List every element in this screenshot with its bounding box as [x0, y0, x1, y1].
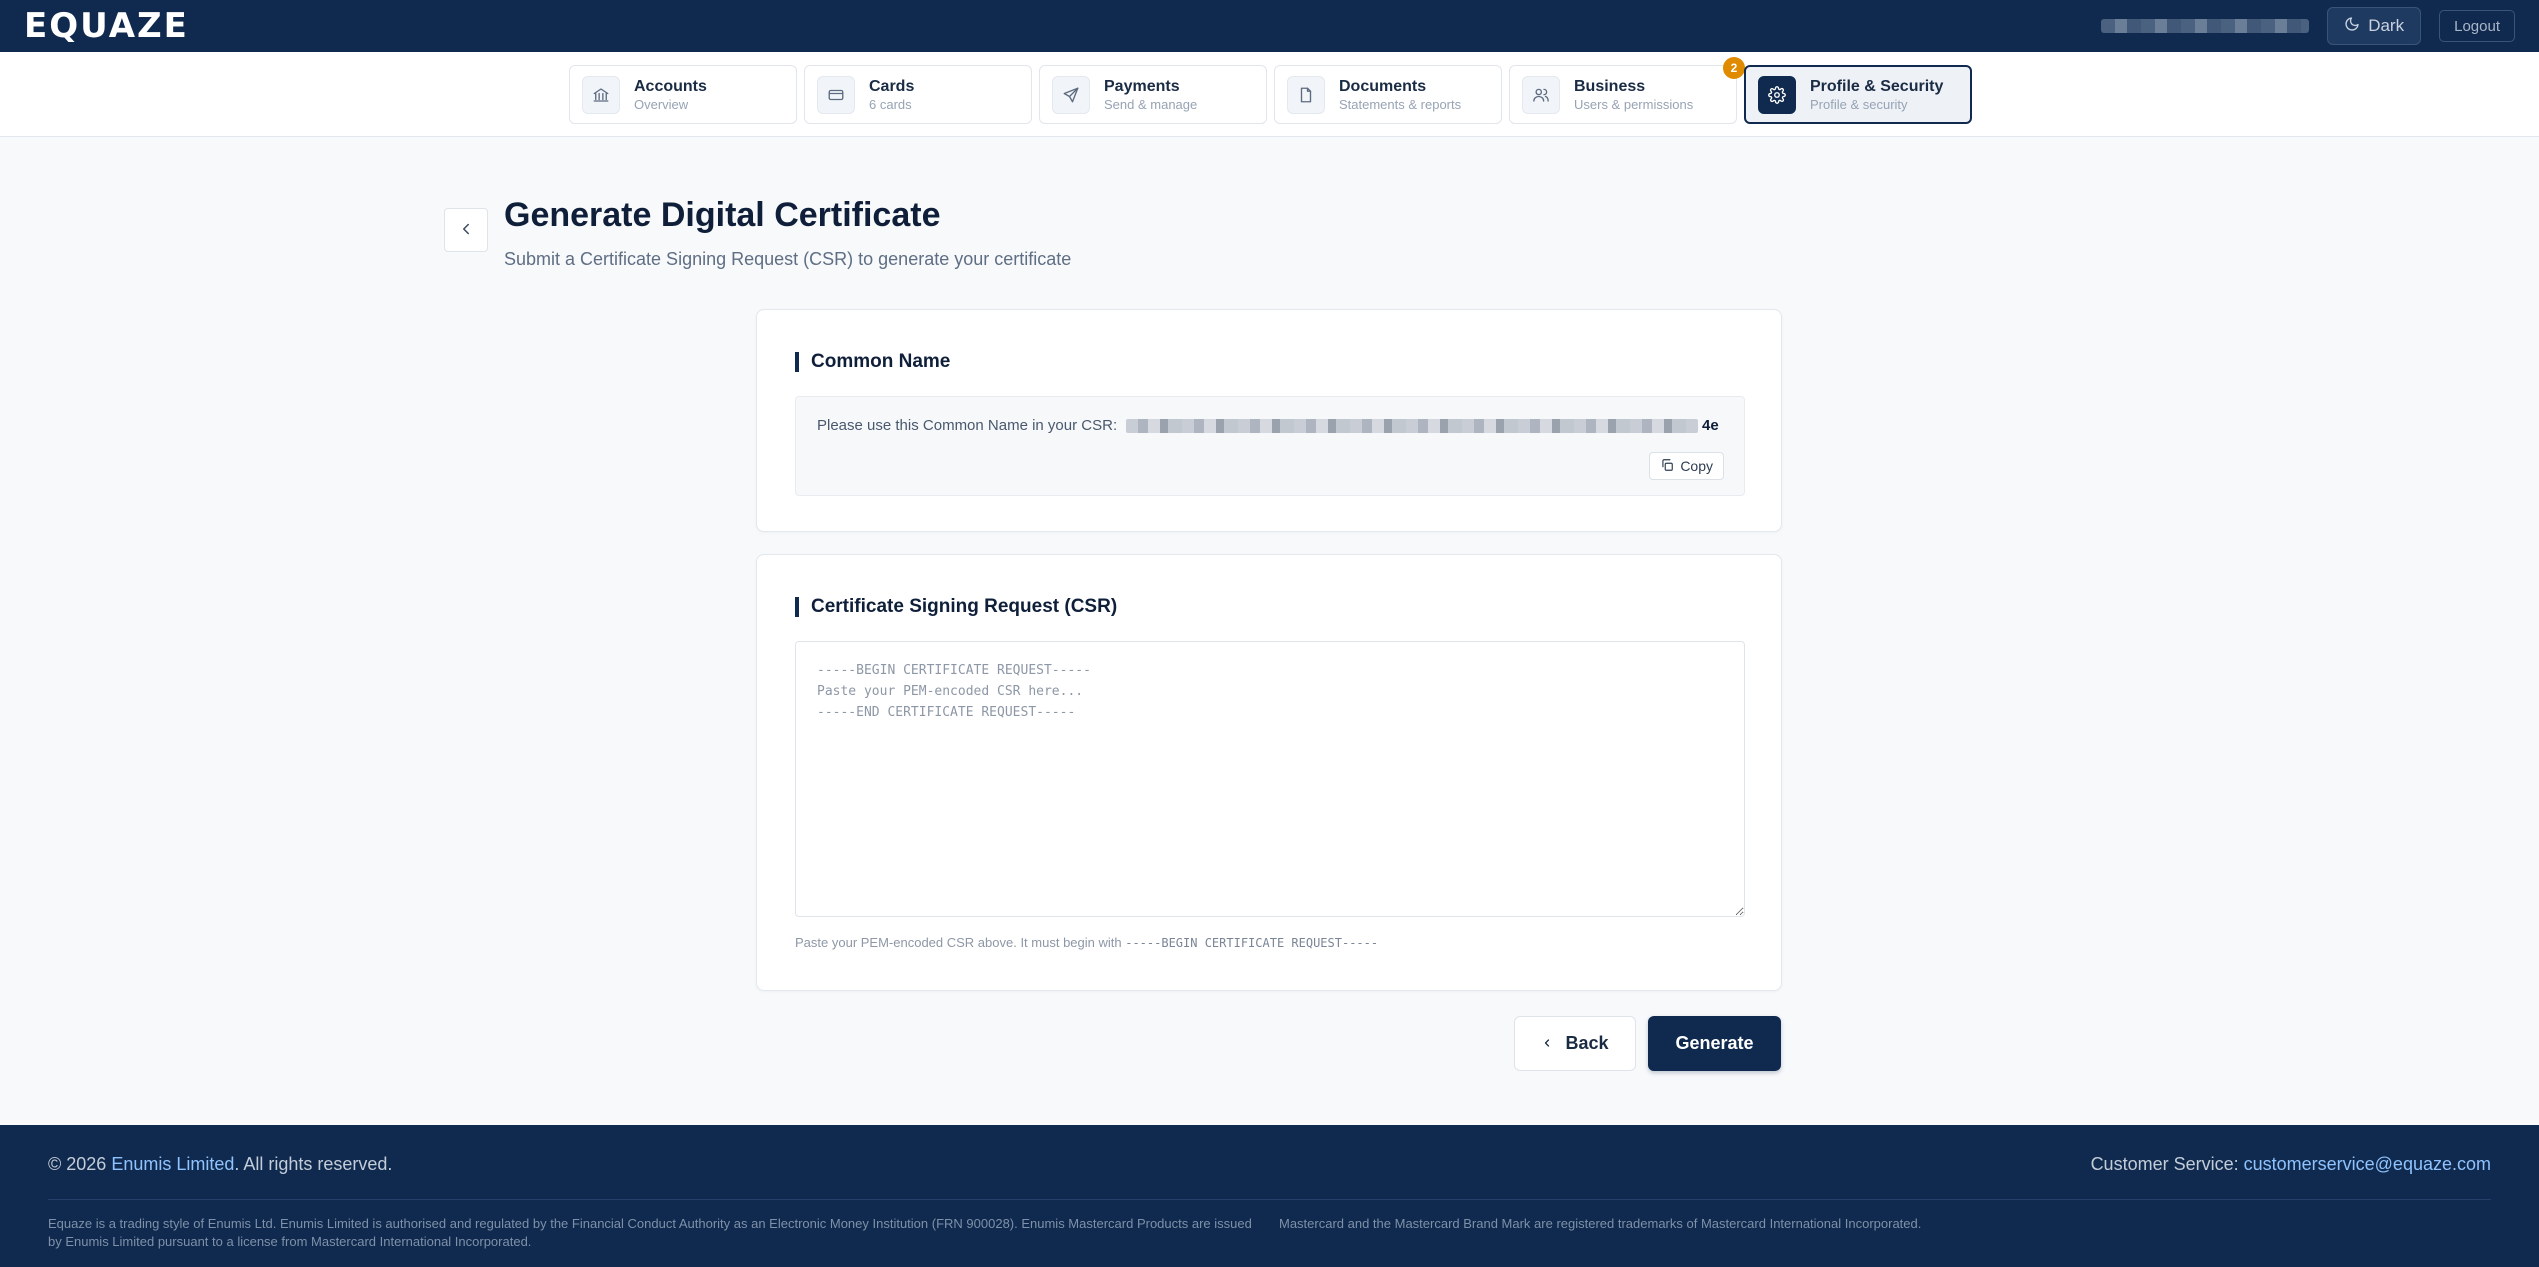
back-button[interactable]: Back: [1514, 1016, 1636, 1071]
send-icon: [1052, 75, 1090, 114]
company-link[interactable]: Enumis Limited: [111, 1154, 234, 1174]
nav-tab-profile-security[interactable]: Profile & Security Profile & security: [1744, 65, 1972, 124]
back-button-label: Back: [1565, 1033, 1609, 1053]
nav-tab-sublabel: Users & permissions: [1574, 96, 1694, 112]
nav-tab-label: Profile & Security: [1810, 77, 1944, 95]
common-name-value[interactable]: 4e: [1126, 417, 1719, 434]
nav-tab-payments[interactable]: Payments Send & manage: [1039, 65, 1267, 124]
csr-title: Certificate Signing Request (CSR): [795, 597, 1117, 617]
bank-icon: [582, 75, 620, 114]
common-name-label: Please use this Common Name in your CSR:: [817, 417, 1118, 434]
footer-legal-text: Equaze is a trading style of Enumis Ltd.…: [48, 1216, 1252, 1249]
nav-tab-documents[interactable]: Documents Statements & reports: [1274, 65, 1502, 124]
csr-help-prefix: Paste your PEM-encoded CSR above. It mus…: [795, 935, 1122, 950]
footer-divider: [48, 1199, 2491, 1200]
top-bar: EQUAZE Dark Logout: [0, 0, 2539, 52]
nav-tab-label: Cards: [869, 77, 915, 95]
nav-tab-accounts[interactable]: Accounts Overview: [569, 65, 797, 124]
nav-tab-cards[interactable]: Cards 6 cards: [804, 65, 1032, 124]
footer-customer-service: Customer Service: customerservice@equaze…: [2091, 1154, 2491, 1175]
footer: © 2026 Enumis Limited. All rights reserv…: [0, 1125, 2539, 1267]
copyright-suffix: . All rights reserved.: [234, 1154, 393, 1174]
footer-trademark-text: Mastercard and the Mastercard Brand Mark…: [1279, 1216, 1922, 1231]
csr-help-code: -----BEGIN CERTIFICATE REQUEST-----: [1125, 936, 1379, 950]
copyright-prefix: © 2026: [48, 1154, 107, 1174]
customer-service-email-link[interactable]: customerservice@equaze.com: [2244, 1154, 2491, 1174]
customer-service-label: Customer Service:: [2090, 1154, 2239, 1174]
nav-tab-label: Documents: [1339, 77, 1427, 95]
notification-badge: 2: [1723, 57, 1745, 79]
nav-tab-label: Business: [1574, 77, 1646, 95]
user-name-redacted: [2101, 19, 2310, 33]
common-name-suffix: 4e: [1702, 417, 1719, 434]
csr-card: Certificate Signing Request (CSR) Paste …: [756, 554, 1782, 991]
nav-tab-label: Accounts: [634, 77, 707, 95]
chevron-left-icon: [457, 220, 475, 241]
common-name-title: Common Name: [795, 352, 950, 372]
nav-tab-sublabel: 6 cards: [869, 96, 912, 112]
csr-textarea[interactable]: [795, 641, 1745, 917]
moon-icon: [2344, 16, 2360, 37]
common-name-card: Common Name Please use this Common Name …: [756, 309, 1782, 532]
nav-tab-business[interactable]: Business Users & permissions 2: [1509, 57, 1745, 124]
gear-icon: [1758, 75, 1796, 114]
nav-tab-sublabel: Profile & security: [1810, 96, 1908, 112]
theme-toggle-label: Dark: [2368, 16, 2405, 35]
copy-common-name-button[interactable]: Copy: [1649, 452, 1724, 480]
page-title: Generate Digital Certificate: [504, 196, 941, 234]
nav-tab-sublabel: Send & manage: [1104, 96, 1198, 112]
chevron-left-icon: [1541, 1033, 1553, 1054]
copy-label: Copy: [1680, 458, 1713, 474]
generate-button[interactable]: Generate: [1648, 1016, 1781, 1071]
common-name-box: Please use this Common Name in your CSR:…: [795, 396, 1745, 496]
back-arrow-button[interactable]: [444, 208, 488, 252]
top-bar-actions: Dark Logout: [2101, 7, 2515, 45]
document-icon: [1287, 75, 1325, 114]
copy-icon: [1660, 458, 1674, 475]
main-nav: Accounts Overview Cards 6 cards Payments…: [0, 52, 2539, 137]
logout-button[interactable]: Logout: [2439, 10, 2515, 42]
csr-help-text: Paste your PEM-encoded CSR above. It mus…: [795, 935, 1378, 950]
nav-tab-sublabel: Overview: [634, 96, 689, 112]
theme-toggle-button[interactable]: Dark: [2327, 7, 2422, 45]
credit-card-icon: [817, 75, 855, 114]
common-name-redacted: [1126, 418, 1698, 433]
footer-copyright: © 2026 Enumis Limited. All rights reserv…: [48, 1154, 392, 1175]
equaze-logo[interactable]: EQUAZE: [24, 6, 189, 46]
nav-tab-sublabel: Statements & reports: [1339, 96, 1462, 112]
users-icon: [1522, 75, 1560, 114]
page-subtitle: Submit a Certificate Signing Request (CS…: [504, 249, 1072, 269]
nav-tab-label: Payments: [1104, 77, 1180, 95]
